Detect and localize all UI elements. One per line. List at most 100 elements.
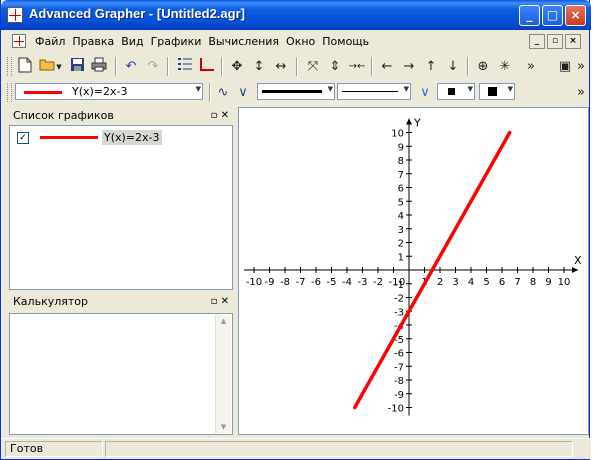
toolbar-separator [167, 57, 169, 76]
stretch-horizontal-icon[interactable]: ↔ [271, 57, 291, 77]
menu-window[interactable]: Окно [286, 35, 315, 48]
x-axis-arrow [572, 267, 578, 273]
y-tick-label: 7 [398, 170, 404, 181]
title-bar[interactable]: Advanced Grapher - [Untitled2.agr] _ □ × [1, 0, 591, 30]
panel-close-icon[interactable]: ✕ [221, 296, 229, 307]
toolbar-overflow-icon[interactable]: » [525, 57, 537, 77]
compress-vertical-icon[interactable]: ⇕ [325, 57, 345, 77]
marker-style-icon[interactable]: ∨ [415, 83, 435, 103]
center-origin-icon[interactable]: ⊕ [473, 57, 493, 77]
calculator-title: Калькулятор [13, 295, 88, 308]
toolbar-grip[interactable] [7, 57, 12, 76]
open-folder-icon[interactable] [37, 57, 57, 77]
menu-edit[interactable]: Правка [72, 35, 114, 48]
main-toolbar: ▼ ↶ ↷ ✥ ↕ ↔ ⤧ ⇕ →← ← → ↑ ↓ ⊕ ✳ » ▣ » [1, 54, 589, 80]
y-tick-label: -2 [394, 294, 404, 305]
status-cell-empty [105, 441, 573, 457]
y-tick-label: -6 [394, 349, 404, 360]
graph-select-combo[interactable]: Y(x)=2x-3 ▼ [15, 83, 203, 100]
panel-close-icon[interactable]: ✕ [221, 110, 229, 121]
compress-horizontal-icon[interactable]: →← [347, 57, 367, 77]
line-width-preview [262, 90, 322, 93]
scroll-up-icon[interactable]: ↑ [421, 57, 441, 77]
mdi-restore-button[interactable]: ▫ [547, 34, 563, 49]
menu-file[interactable]: Файл [35, 35, 65, 48]
toolbar-separator [371, 57, 373, 76]
stretch-vertical-icon[interactable]: ↕ [249, 57, 269, 77]
mdi-close-button[interactable]: × [565, 34, 581, 49]
x-tick-label: -5 [327, 277, 337, 288]
pan-move-icon[interactable]: ✥ [227, 57, 247, 77]
x-tick-label: -4 [342, 277, 352, 288]
scroll-down-icon[interactable]: ↓ [443, 57, 463, 77]
chevron-down-icon[interactable]: ▼ [468, 85, 473, 93]
app-window: Advanced Grapher - [Untitled2.agr] _ □ ×… [0, 0, 591, 460]
fill-style-combo[interactable]: ▼ [479, 83, 515, 100]
axes-icon[interactable] [197, 57, 217, 77]
curve-style-icon[interactable]: ∿ [213, 83, 233, 103]
minimize-button[interactable]: _ [519, 5, 540, 26]
x-tick-label: -9 [265, 277, 275, 288]
chevron-down-icon[interactable]: ▼ [404, 85, 409, 93]
x-tick-label: 10 [558, 277, 571, 288]
graph-visible-checkbox[interactable]: ✓ [17, 132, 29, 144]
graph-combo-value: Y(x)=2x-3 [72, 85, 128, 98]
scroll-down-arrow-icon[interactable]: ▼ [216, 423, 231, 431]
line-style-combo[interactable]: ▼ [337, 83, 411, 100]
x-tick-label: 6 [499, 277, 505, 288]
scroll-left-icon[interactable]: ← [377, 57, 397, 77]
panel-float-icon[interactable]: ▫ [211, 110, 218, 121]
panel-float-icon[interactable]: ▫ [211, 296, 218, 307]
toolbar-overflow-icon-2[interactable]: » [575, 57, 587, 77]
envelope-style-icon[interactable]: ∨ [233, 83, 253, 103]
y-tick-label: 5 [398, 197, 404, 208]
window-layout-icon[interactable]: ▣ [555, 57, 575, 77]
new-document-icon[interactable] [15, 57, 35, 77]
y-tick-label: -10 [388, 404, 404, 415]
graph-plot[interactable]: XY-10 -9 -8 -7 -6 -5 -4 -3 -2 -1 0 1 2 3 4 5 6 7 8 9 10-10-9… [239, 108, 588, 434]
marker-size-combo[interactable]: ▼ [437, 83, 475, 100]
calculator-panel[interactable]: ▲ ▼ [9, 313, 233, 435]
y-tick-label: -7 [394, 362, 404, 373]
y-tick-label: -8 [394, 376, 404, 387]
zoom-all-icon[interactable]: ✳ [495, 57, 515, 77]
chevron-down-icon[interactable]: ▼ [508, 85, 513, 93]
line-width-combo[interactable]: ▼ [257, 83, 335, 100]
mdi-minimize-button[interactable]: _ [529, 34, 545, 49]
graph-list-icon[interactable] [175, 57, 195, 77]
open-dropdown-arrow-icon[interactable]: ▼ [55, 57, 63, 77]
document-system-icon[interactable] [12, 34, 26, 48]
scroll-right-icon[interactable]: → [399, 57, 419, 77]
menu-bar: Файл Правка Вид Графики Вычисления Окно … [1, 31, 589, 53]
close-button[interactable]: × [565, 5, 586, 26]
window-title: Advanced Grapher - [Untitled2.agr] [29, 6, 245, 21]
app-grapher-icon[interactable] [7, 7, 23, 23]
chevron-down-icon[interactable]: ▼ [328, 85, 333, 93]
maximize-button[interactable]: □ [542, 5, 563, 26]
mdi-controls: _ ▫ × [527, 34, 581, 49]
x-tick-label: -6 [311, 277, 321, 288]
zoom-out-all-icon[interactable]: ⤧ [303, 57, 323, 77]
graph-line-swatch [40, 136, 98, 139]
save-disk-icon[interactable] [67, 57, 87, 77]
scroll-up-arrow-icon[interactable]: ▲ [216, 317, 231, 325]
calculator-scrollbar[interactable]: ▲ ▼ [215, 315, 231, 433]
x-tick-label: 7 [514, 277, 520, 288]
y-tick-label: -1 [394, 280, 404, 291]
redo-icon[interactable]: ↷ [143, 57, 163, 77]
fill-square-icon [488, 87, 497, 96]
menu-calculations[interactable]: Вычисления [208, 35, 279, 48]
toolbar-overflow-icon-3[interactable]: » [575, 83, 587, 103]
print-icon[interactable] [89, 57, 109, 77]
undo-icon[interactable]: ↶ [121, 57, 141, 77]
graph-list-title: Список графиков [13, 109, 114, 122]
graph-canvas[interactable]: X Y -10 -9 -8 -7 -6 -5 -4 -3 -2 -1 0 1 2 3 4 5 6 7 8 9 10 -10 -9… [238, 107, 589, 435]
status-bar: Готов [1, 438, 591, 459]
menu-view[interactable]: Вид [121, 35, 143, 48]
toolbar-grip[interactable] [7, 83, 12, 102]
menu-help[interactable]: Помощь [322, 35, 369, 48]
graph-list-item[interactable]: Y(x)=2x-3 [102, 130, 162, 145]
menu-graphs[interactable]: Графики [151, 35, 202, 48]
chevron-down-icon[interactable]: ▼ [196, 85, 201, 93]
y-axis-label: Y [413, 117, 421, 130]
